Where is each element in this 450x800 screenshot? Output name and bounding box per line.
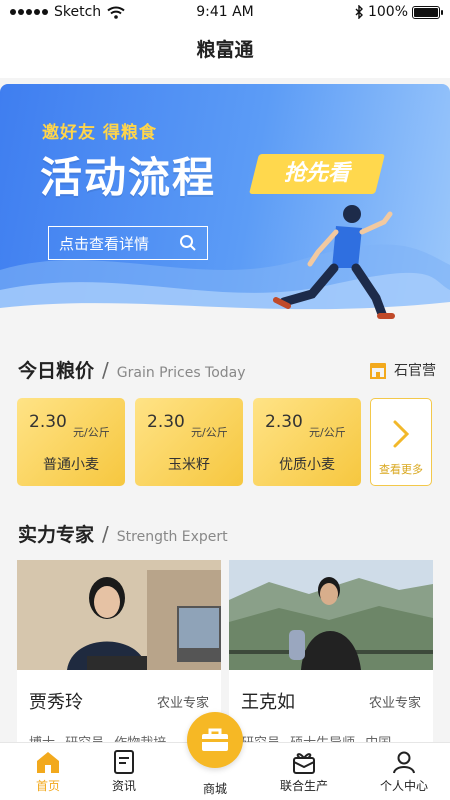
banner-tag-label: 抢先看 [283,161,350,186]
expert-info: 贾秀玲 农业专家 博士 研究员 作物栽培 [29,688,211,750]
battery-percent: 100% [367,4,408,20]
heading-divider: / [102,358,109,382]
location-selector[interactable]: 石官营 [368,360,436,380]
experts-section-heading: 实力专家 / Strength Expert [18,520,432,550]
expert-photo [229,560,433,670]
grain-name: 优质小麦 [279,457,335,473]
price-value: 2.30 [147,412,185,432]
expert-info: 王克如 农业专家 研究员 硕士生导师 中国 [241,688,423,750]
tab-news-label: 资讯 [111,779,136,793]
home-icon [8,749,88,775]
tab-profile[interactable]: 个人中心 [364,749,444,794]
expert-role: 农业专家 [368,696,421,711]
view-more-label: 查看更多 [379,463,423,476]
user-icon [364,749,444,775]
grain-name: 玉米籽 [168,457,210,473]
price-value: 2.30 [29,412,67,432]
price-card[interactable]: 2.30 元/公斤 优质小麦 [253,398,361,486]
expert-card[interactable]: 王克如 农业专家 研究员 硕士生导师 中国 [229,560,433,750]
expert-role: 农业专家 [156,696,209,711]
bluetooth-icon [355,5,363,19]
location-label: 石官营 [394,363,436,379]
tab-home[interactable]: 首页 [8,749,88,794]
tab-news[interactable]: 资讯 [84,749,164,794]
battery-icon [412,5,443,19]
gift-icon [264,749,344,775]
banner-subtitle: 邀好友 得粮食 [42,123,157,143]
experts-title-en: Strength Expert [116,529,228,545]
price-card[interactable]: 2.30 元/公斤 普通小麦 [17,398,125,486]
price-unit: 元/公斤 [191,426,228,439]
heading-divider: / [102,522,109,546]
experts-title: 实力专家 [18,524,95,546]
price-unit: 元/公斤 [309,426,346,439]
tab-mall-label: 商城 [202,782,227,796]
banner-tag: 抢先看 [249,154,385,194]
price-value: 2.30 [265,412,303,432]
view-details-button[interactable]: 点击查看详情 [48,226,208,260]
expert-photo-illustration [17,560,221,670]
prices-title-en: Grain Prices Today [116,365,246,381]
runner-illustration [273,205,395,319]
battery-group: 100% [355,4,443,20]
tab-home-label: 首页 [35,779,60,793]
document-icon [84,749,164,775]
view-details-label: 点击查看详情 [59,234,150,253]
prices-title: 今日粮价 [18,360,95,382]
shopping-bag-icon [202,728,228,751]
search-icon [180,235,196,251]
store-icon [370,363,386,379]
promo-banner[interactable]: 邀好友 得粮食 活动流程 抢先看 点击查看详情 [0,84,450,320]
chevron-right-icon [393,420,410,448]
expert-photo-illustration [229,560,433,670]
tab-joint-production-label: 联合生产 [279,779,328,793]
view-more-prices-button[interactable]: 查看更多 [370,398,432,486]
banner-title: 活动流程 [40,153,217,202]
grain-name: 普通小麦 [43,457,99,473]
tab-mall[interactable] [187,712,243,768]
tab-profile-label: 个人中心 [379,779,428,793]
price-unit: 元/公斤 [73,426,110,439]
expert-card[interactable]: 贾秀玲 农业专家 博士 研究员 作物栽培 [17,560,221,750]
tab-joint-production[interactable]: 联合生产 [264,749,344,794]
expert-photo [17,560,221,670]
page-title: 粮富通 [0,26,450,78]
status-bar: Sketch 9:41 AM 100% [0,0,450,26]
price-card[interactable]: 2.30 元/公斤 玉米籽 [135,398,243,486]
